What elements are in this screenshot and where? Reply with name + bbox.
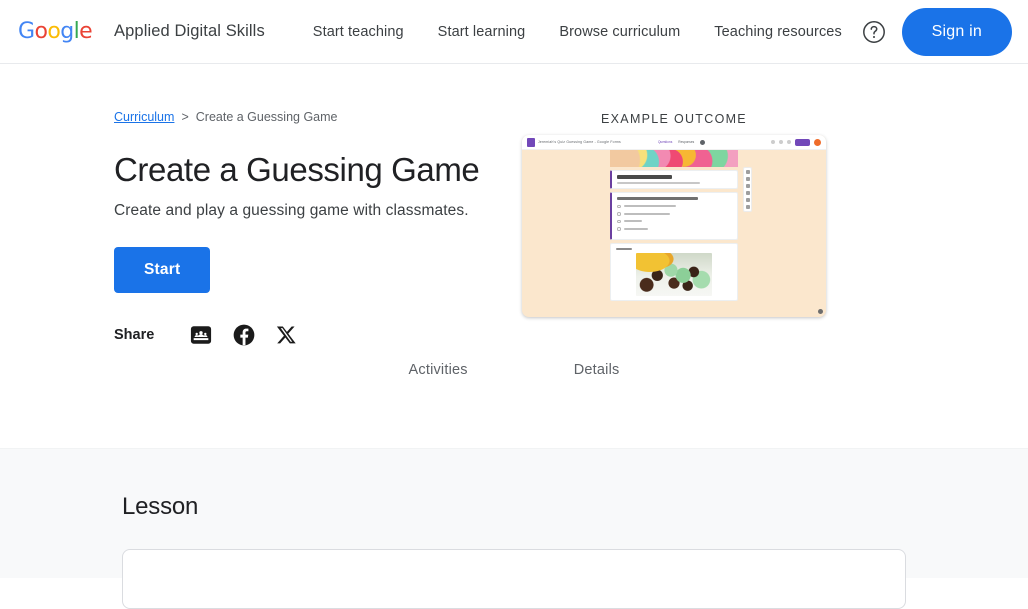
mockup-settings-icon [787,140,791,144]
example-outcome-label: EXAMPLE OUTCOME [601,112,747,126]
mockup-option-3 [617,219,732,224]
logo-letter-o2: o [47,18,61,44]
hero-section: Curriculum > Create a Guessing Game Crea… [0,64,1028,448]
mockup-form-description-text [617,182,700,184]
facebook-icon[interactable] [233,324,255,346]
logo-letter-o1: o [34,18,48,44]
mockup-option-1 [617,204,732,209]
logo-letter-g2: g [60,18,74,44]
mockup-image-caption [616,247,633,250]
mockup-option-2 [617,212,732,216]
mockup-form-title-text [617,175,673,179]
nav-start-teaching[interactable]: Start teaching [313,24,404,40]
lesson-card[interactable] [122,549,906,609]
logo-letter-e: e [79,18,93,44]
brand-name[interactable]: Applied Digital Skills [114,22,265,41]
logo-letter-g1: G [18,18,35,44]
add-title-icon [745,184,750,188]
tab-details[interactable]: Details [570,352,624,388]
page-subtitle: Create and play a guessing game with cla… [114,201,469,219]
example-outcome-section: EXAMPLE OUTCOME Jeremiah's Quiz Guessing… [500,110,1028,346]
mockup-help-badge [818,309,823,314]
mockup-tab-responses: Responses [678,140,695,144]
add-video-icon [745,198,750,202]
mockup-tab-questions: Questions [657,140,673,144]
mockup-form-title-card [610,170,738,189]
mockup-image-card [610,242,738,301]
mockup-option-text [623,205,677,208]
mockup-form-column [610,150,738,301]
help-circle-icon[interactable] [862,20,886,44]
mockup-option-text [623,212,670,215]
google-forms-icon [527,137,535,147]
breadcrumb: Curriculum > Create a Guessing Game [114,110,500,124]
main-nav: Start teaching Start learning Browse cur… [313,24,842,40]
mockup-avatar [814,138,821,146]
mockup-option-4 [617,227,732,231]
import-questions-icon [745,177,750,181]
mockup-palette-icon [771,140,775,144]
mockup-question-card [610,192,738,240]
google-classroom-icon[interactable] [190,324,212,346]
nav-browse-curriculum[interactable]: Browse curriculum [559,24,680,40]
page-title: Create a Guessing Game [114,151,480,188]
header-actions: Sign in [862,7,1012,56]
nav-start-learning[interactable]: Start learning [438,24,526,40]
add-image-icon [745,191,750,195]
sign-in-button[interactable]: Sign in [901,7,1012,56]
lesson-section: Lesson [0,448,1028,609]
mockup-send-button [795,138,810,146]
nav-teaching-resources[interactable]: Teaching resources [714,24,842,40]
breadcrumb-separator: > [181,110,189,124]
add-question-icon [745,170,750,174]
mockup-option-text [623,227,648,230]
mockup-form-body [522,150,826,317]
google-logo[interactable]: Google [18,18,93,44]
radio-icon [617,212,621,216]
start-button[interactable]: Start [114,246,211,293]
content-tabs: Activities Details [0,345,1028,388]
mockup-browser-bar: Jeremiah's Quiz Guessing Game - Google F… [522,135,826,150]
mockup-form-banner-image [610,150,738,167]
breadcrumb-current: Create a Guessing Game [195,110,338,124]
share-label: Share [114,326,155,343]
share-row: Share [114,324,500,346]
mockup-option-text [623,220,642,223]
mockup-tabs: Questions Responses [657,139,706,145]
mockup-response-count-badge [700,139,706,145]
lesson-heading: Lesson [122,493,199,520]
radio-icon [617,204,621,209]
add-section-icon [745,205,750,209]
mockup-preview-icon [779,140,783,144]
tab-activities[interactable]: Activities [405,352,472,388]
mockup-toolbar-actions [771,138,821,146]
mockup-document-title: Jeremiah's Quiz Guessing Game - Google F… [538,140,621,144]
mockup-candy-photo [636,252,712,296]
hero-left-column: Curriculum > Create a Guessing Game Crea… [0,110,500,346]
example-outcome-thumbnail[interactable]: Jeremiah's Quiz Guessing Game - Google F… [522,135,826,317]
radio-icon [617,219,621,224]
breadcrumb-curriculum-link[interactable]: Curriculum [114,110,174,124]
radio-icon [617,227,621,231]
site-header: Google Applied Digital Skills Start teac… [0,0,1028,64]
x-twitter-icon[interactable] [276,324,297,345]
mockup-question-text [617,197,698,200]
mockup-side-toolbar [743,167,752,212]
